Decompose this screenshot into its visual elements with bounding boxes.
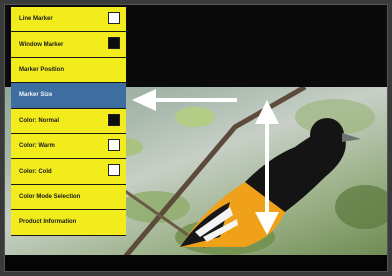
annotation-overlay	[132, 89, 279, 235]
left-arrow-icon	[132, 89, 237, 111]
vertical-double-arrow-icon	[255, 100, 279, 235]
